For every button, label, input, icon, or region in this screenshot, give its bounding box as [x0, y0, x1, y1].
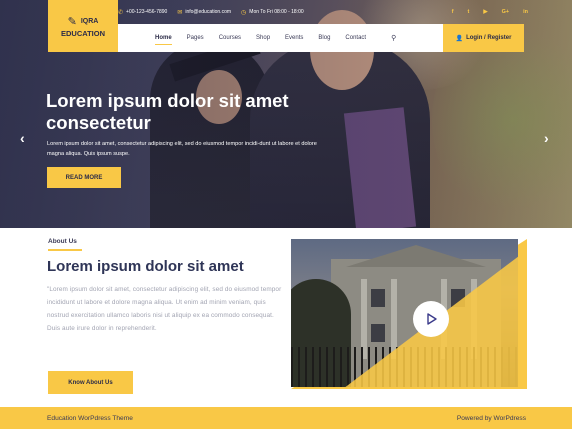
top-info-bar: ✆ +00-123-456-7890 ✉ info@education.com …: [118, 0, 528, 24]
slider-prev-icon[interactable]: ‹: [20, 130, 25, 146]
about-text: "Lorem ipsum dolor sit amet, consectetur…: [47, 286, 282, 332]
nav-item-courses[interactable]: Courses: [219, 35, 241, 41]
search-icon[interactable]: ⚲: [391, 34, 396, 42]
read-more-button[interactable]: READ MORE: [47, 167, 121, 188]
email-text: info@education.com: [185, 9, 232, 15]
email-info[interactable]: ✉ info@education.com: [177, 9, 231, 16]
play-icon: [427, 313, 437, 325]
about-section-label: About Us: [48, 238, 77, 245]
hours-text: Mon To Fri 08:00 - 18:00: [249, 9, 304, 15]
main-nav: Home Pages Courses Shop Events Blog Cont…: [118, 24, 443, 52]
logo-line1: IQRA: [80, 17, 99, 25]
phone-text: +00-123-456-7890: [126, 9, 168, 15]
clock-icon: ◷: [241, 9, 247, 16]
hero-text: Lorem ipsum dolor sit amet, consectetur …: [47, 141, 317, 157]
campus-building-photo: [291, 239, 518, 387]
play-video-button[interactable]: [413, 301, 449, 337]
about-label-underline: [48, 249, 82, 251]
login-label: Login / Register: [466, 35, 512, 41]
building-pediment: [346, 245, 486, 267]
logo-line2: EDUCATION: [60, 28, 106, 38]
linkedin-icon[interactable]: in: [523, 9, 528, 15]
footer-theme-name[interactable]: Education WorPdress Theme: [47, 415, 133, 422]
site-footer: Education WorPdress Theme Powered by Wor…: [0, 407, 572, 429]
nav-item-shop[interactable]: Shop: [256, 35, 270, 41]
nav-item-blog[interactable]: Blog: [318, 35, 330, 41]
nav-item-pages[interactable]: Pages: [187, 35, 204, 41]
user-icon: 👤: [455, 35, 464, 42]
footer-powered-by[interactable]: Powered by WorPdress: [457, 415, 526, 422]
site-logo[interactable]: ✎ IQRA EDUCATION: [48, 0, 118, 52]
phone-info[interactable]: ✆ +00-123-456-7890: [118, 9, 167, 16]
hero-headline: Lorem ipsum dolor sit amet consectetur: [46, 90, 289, 133]
pencil-ruler-icon: ✎: [67, 15, 77, 28]
building-window: [371, 289, 385, 307]
nav-item-home[interactable]: Home: [155, 35, 172, 45]
login-register-button[interactable]: 👤 Login / Register: [443, 24, 524, 52]
slider-next-icon[interactable]: ›: [544, 130, 549, 146]
facebook-icon[interactable]: f: [452, 9, 454, 15]
envelope-icon: ✉: [177, 9, 183, 16]
nav-item-contact[interactable]: Contact: [345, 35, 366, 41]
nav-item-events[interactable]: Events: [285, 35, 303, 41]
google-plus-icon[interactable]: G+: [502, 9, 510, 15]
about-video: [291, 239, 527, 389]
social-links: f t ▶ G+ in: [438, 0, 528, 24]
know-about-us-button[interactable]: Know About Us: [48, 371, 133, 394]
hours-info: ◷ Mon To Fri 08:00 - 18:00: [241, 9, 304, 16]
about-title: Lorem ipsum dolor sit amet: [47, 258, 244, 275]
building-window: [371, 324, 385, 342]
phone-icon: ✆: [118, 9, 124, 16]
youtube-icon[interactable]: ▶: [483, 9, 487, 15]
twitter-icon[interactable]: t: [468, 9, 470, 15]
